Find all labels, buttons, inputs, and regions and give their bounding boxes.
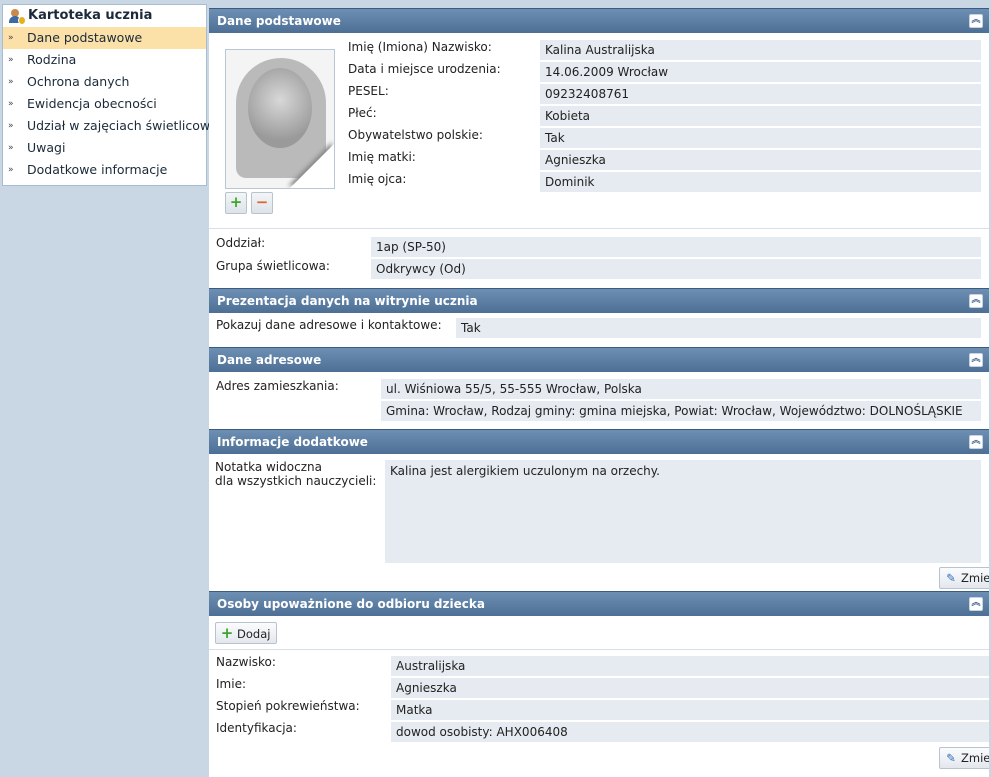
pencil-icon: ✎ xyxy=(946,751,956,765)
address-line-2: Gmina: Wrocław, Rodzaj gminy: gmina miej… xyxy=(381,401,981,421)
double-chevron-up-icon[interactable]: ︽ xyxy=(969,14,983,28)
minus-icon[interactable]: − xyxy=(251,192,273,214)
address-label: Adres zamieszkania: xyxy=(216,379,339,393)
show-address-label: Pokazuj dane adresowe i kontaktowe: xyxy=(216,318,442,332)
nav-item-label: Udział w zajęciach świetlicowych xyxy=(27,118,233,133)
section-header-address: Dane adresowe ︽ xyxy=(209,347,989,372)
section-title: Dane podstawowe xyxy=(217,14,341,28)
field-value-citizenship: Tak xyxy=(540,128,981,148)
button-label: Zmień xyxy=(961,751,989,765)
field-value-pesel: 09232408761 xyxy=(540,84,981,104)
field-value-mother: Agnieszka xyxy=(540,150,981,170)
field-value-birth: 14.06.2009 Wrocław xyxy=(540,62,981,82)
nav-item-udzial-w-zajeciach[interactable]: » Udział w zajęciach świetlicowych xyxy=(3,115,232,137)
section-header-basic: Dane podstawowe ︽ xyxy=(209,8,989,33)
plus-icon[interactable]: + xyxy=(225,192,247,214)
nav-title-text: Kartoteka ucznia xyxy=(28,8,153,23)
group-value: Odkrywcy (Od) xyxy=(371,259,981,279)
pickup-identification: dowod osobisty: AHX006408 xyxy=(391,722,989,742)
double-chevron-right-icon: » xyxy=(8,55,13,65)
nav-item-dodatkowe-informacje[interactable]: » Dodatkowe informacje xyxy=(3,159,206,181)
nav-item-uwagi[interactable]: » Uwagi xyxy=(3,137,206,159)
nav-item-label: Dane podstawowe xyxy=(27,30,143,45)
main-content: Dane podstawowe ︽ + − Imię (Imiona) Nazw… xyxy=(209,8,989,777)
field-label: Data i miejsce urodzenia: xyxy=(348,62,501,76)
section-title: Osoby upoważnione do odbioru dziecka xyxy=(217,597,485,611)
nav-item-label: Ewidencja obecności xyxy=(27,96,157,111)
field-label: Identyfikacja: xyxy=(216,721,297,735)
nav-item-ochrona-danych[interactable]: » Ochrona danych xyxy=(3,71,206,93)
nav-title: Kartoteka ucznia xyxy=(3,5,206,27)
note-label: Notatka widoczna dla wszystkich nauczyci… xyxy=(215,460,376,488)
double-chevron-up-icon[interactable]: ︽ xyxy=(969,597,983,611)
section-header-pickup: Osoby upoważnione do odbioru dziecka ︽ xyxy=(209,591,989,616)
address-section-body: Adres zamieszkania: ul. Wiśniowa 55/5, 5… xyxy=(209,372,989,429)
class-value: 1ap (SP-50) xyxy=(371,237,981,257)
pickup-section-body: + Dodaj Nazwisko: Australijska Imie: Agni… xyxy=(209,616,989,776)
student-card-icon xyxy=(9,9,26,25)
field-label: Płeć: xyxy=(348,106,377,120)
address-line-1: ul. Wiśniowa 55/5, 55-555 Wrocław, Polsk… xyxy=(381,379,981,399)
divider xyxy=(209,228,989,229)
section-header-presentation: Prezentacja danych na witrynie ucznia ︽ xyxy=(209,288,989,313)
nav-item-label: Ochrona danych xyxy=(27,74,130,89)
nav-list: » Dane podstawowe » Rodzina » Ochrona danyc… xyxy=(3,27,232,185)
double-chevron-right-icon: » xyxy=(8,99,13,109)
section-title: Dane adresowe xyxy=(217,353,322,367)
double-chevron-right-icon: » xyxy=(8,143,13,153)
nav-item-label: Uwagi xyxy=(27,140,66,155)
double-chevron-up-icon[interactable]: ︽ xyxy=(969,435,983,449)
nav-item-ewidencja-obecnosci[interactable]: » Ewidencja obecności xyxy=(3,93,206,115)
nav-item-label: Rodzina xyxy=(27,52,77,67)
pickup-relation: Matka xyxy=(391,700,989,720)
field-label: Imię ojca: xyxy=(348,172,407,186)
button-label: Dodaj xyxy=(237,627,271,641)
plus-icon: + xyxy=(220,624,234,642)
divider xyxy=(209,649,989,650)
field-value-name: Kalina Australijska xyxy=(540,40,981,60)
section-header-extra: Informacje dodatkowe ︽ xyxy=(209,429,989,454)
student-record-nav: Kartoteka ucznia » Dane podstawowe » Rodzi… xyxy=(2,4,232,186)
pickup-name: Agnieszka xyxy=(391,678,989,698)
field-label: Nazwisko: xyxy=(216,655,276,669)
student-photo xyxy=(225,49,335,189)
extra-section-body: Notatka widoczna dla wszystkich nauczyci… xyxy=(209,454,989,591)
nav-item-label: Dodatkowe informacje xyxy=(27,162,168,177)
double-chevron-right-icon: » xyxy=(8,165,13,175)
nav-item-dane-podstawowe[interactable]: » Dane podstawowe xyxy=(3,27,206,49)
class-label: Oddział: xyxy=(216,236,266,250)
field-label: Imię (Imiona) Nazwisko: xyxy=(348,40,492,54)
field-label: Obywatelstwo polskie: xyxy=(348,128,483,142)
field-label: Imie: xyxy=(216,677,246,691)
add-person-button[interactable]: + Dodaj xyxy=(215,622,278,644)
field-value-father: Dominik xyxy=(540,172,981,192)
double-chevron-up-icon[interactable]: ︽ xyxy=(969,353,983,367)
pencil-icon: ✎ xyxy=(946,571,956,585)
field-label: PESEL: xyxy=(348,84,389,98)
double-chevron-up-icon[interactable]: ︽ xyxy=(969,294,983,308)
group-label: Grupa świetlicowa: xyxy=(216,259,330,273)
change-pickup-button[interactable]: ✎ Zmień xyxy=(939,747,989,769)
show-address-value: Tak xyxy=(456,318,981,338)
field-value-sex: Kobieta xyxy=(540,106,981,126)
note-label-line: dla wszystkich nauczycieli: xyxy=(215,474,377,488)
double-chevron-right-icon: » xyxy=(8,33,13,43)
pickup-surname: Australijska xyxy=(391,656,989,676)
section-title: Informacje dodatkowe xyxy=(217,435,368,449)
note-label-line: Notatka widoczna xyxy=(215,460,322,474)
field-label: Imię matki: xyxy=(348,150,416,164)
presentation-section-body: Pokazuj dane adresowe i kontaktowe: Tak xyxy=(209,313,989,347)
double-chevron-right-icon: » xyxy=(8,77,13,87)
teacher-note-text: Kalina jest alergikiem uczulonym na orze… xyxy=(385,460,981,563)
double-chevron-right-icon: » xyxy=(8,121,13,131)
section-title: Prezentacja danych na witrynie ucznia xyxy=(217,294,478,308)
basic-section-body: + − Imię (Imiona) Nazwisko: Kalina Austr… xyxy=(209,33,989,288)
field-label: Stopień pokrewieństwa: xyxy=(216,699,360,713)
change-note-button[interactable]: ✎ Zmień xyxy=(939,567,989,589)
nav-item-rodzina[interactable]: » Rodzina xyxy=(3,49,206,71)
button-label: Zmień xyxy=(961,571,989,585)
